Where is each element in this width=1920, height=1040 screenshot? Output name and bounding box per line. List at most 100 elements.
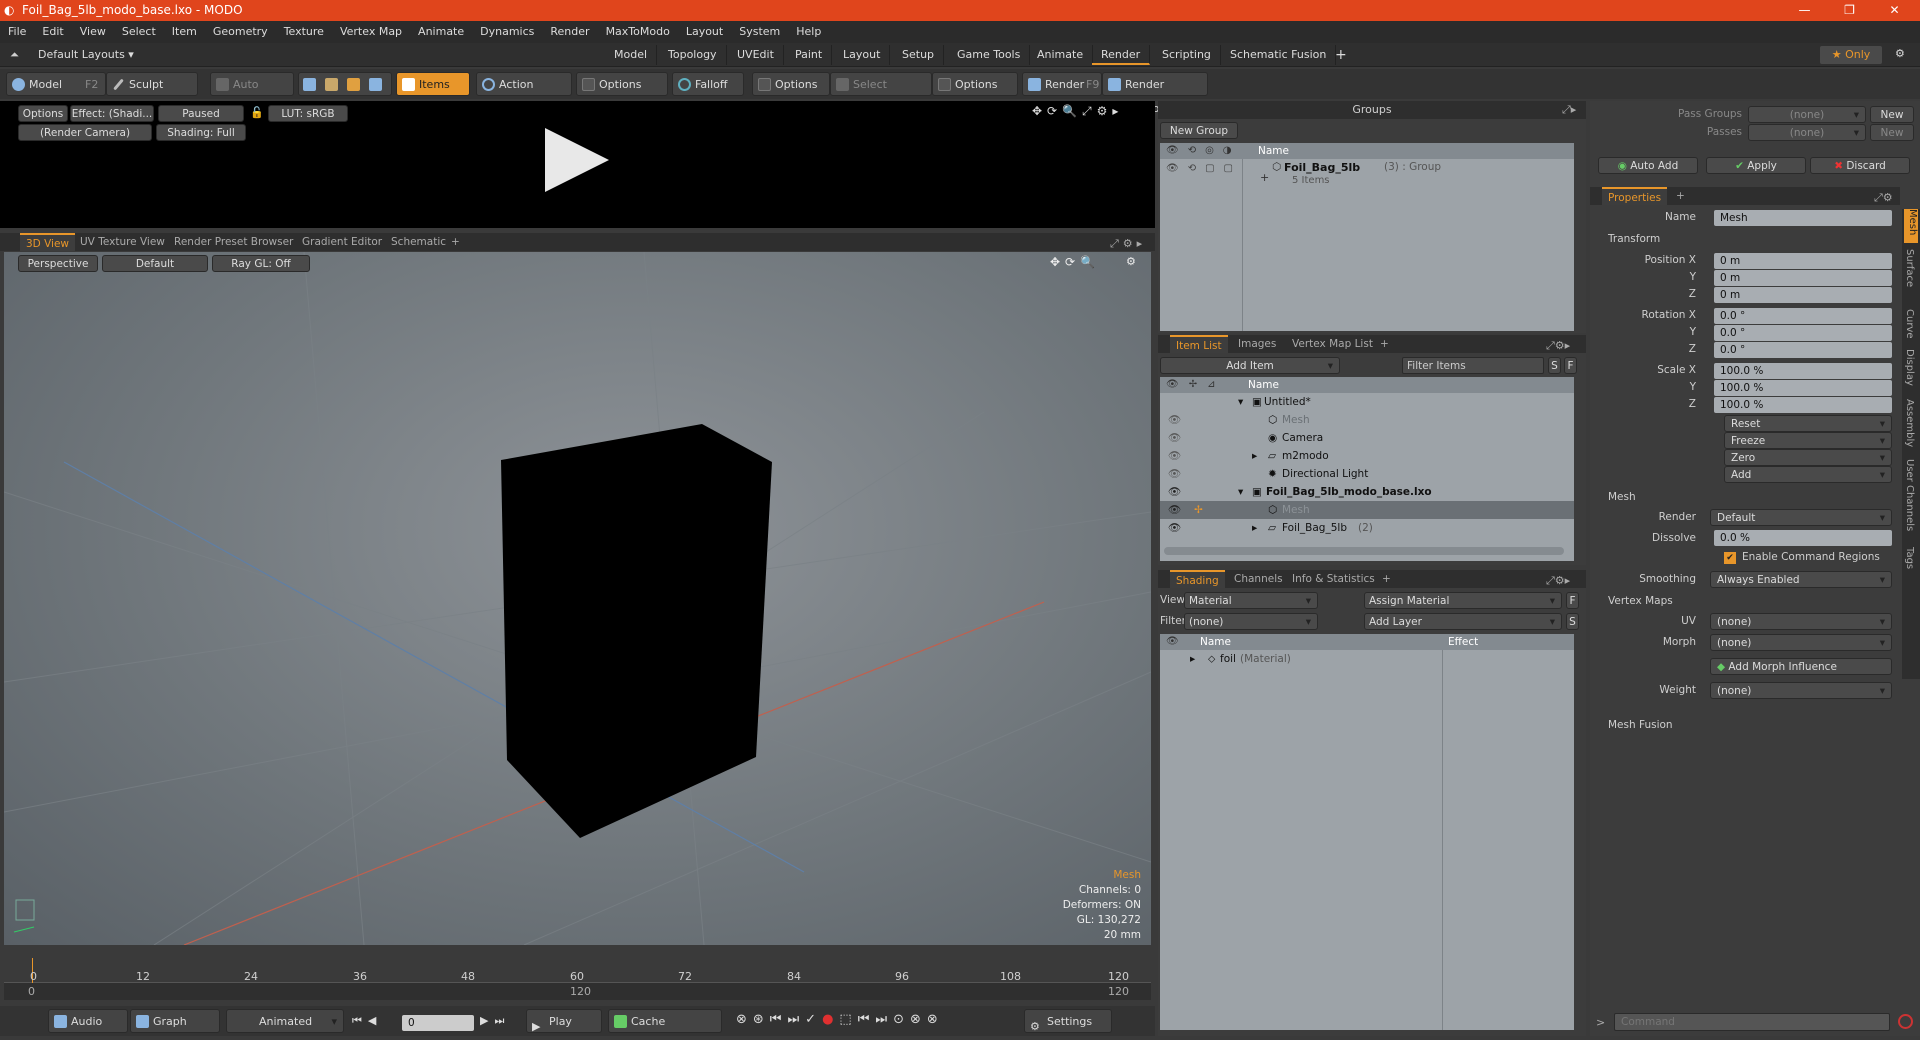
menu-system[interactable]: System [731,21,788,43]
smoothing-dropdown[interactable]: Always Enabled [1710,571,1892,589]
tab-channels[interactable]: Channels [1228,570,1289,588]
tab-layout[interactable]: Layout [834,45,891,65]
reset-dropdown[interactable]: Reset [1724,415,1892,433]
perspective-dropdown[interactable]: Perspective [18,255,98,272]
passes-dropdown[interactable]: (none) [1748,124,1866,142]
select-through-options-button[interactable]: Options [932,72,1018,96]
default-layouts-dropdown[interactable]: Default Layouts ▾ [38,48,134,61]
name-field[interactable]: Mesh [1714,210,1892,226]
tab-item-list[interactable]: Item List [1170,335,1228,353]
side-tab-assembly[interactable]: Assembly [1904,399,1915,447]
list-item-selected[interactable]: 👁 ✢ ⬡ Mesh [1160,501,1574,519]
list-item[interactable]: 👁 ⬡ Mesh [1160,411,1574,429]
menu-file[interactable]: File [0,21,34,43]
render-button[interactable]: Render F9 [1022,72,1102,96]
minimize-button[interactable]: — [1782,0,1827,21]
menu-item[interactable]: Item [164,21,205,43]
action-center-options-button[interactable]: Options [576,72,668,96]
item-list[interactable]: 👁✢⊿ Name ▾ ▣ Untitled* 👁 ⬡ Mesh 👁 ◉ Camera 👁 ▸ ▱… [1160,377,1574,561]
tab-uv-texture-view[interactable]: UV Texture View [74,233,171,251]
group-row-toggles[interactable]: 👁⟲▢▢ [1166,163,1242,174]
add-view-tab-icon[interactable]: + [445,233,466,251]
scale-z-field[interactable]: 100.0 % [1714,397,1892,413]
model-mode-button[interactable]: Model F2 [6,72,106,96]
shading-f-button[interactable]: F [1566,592,1579,609]
record-command-icon[interactable] [1898,1014,1913,1029]
tab-topology[interactable]: Topology [659,45,727,65]
lock-icon[interactable]: 🔓 [250,106,264,119]
mesh-section[interactable]: Mesh [1608,491,1636,503]
menu-dynamics[interactable]: Dynamics [472,21,542,43]
graph-editor-button[interactable]: Graph Editor [130,1009,220,1040]
transport-back-icons[interactable]: ⏮◀ [352,1014,382,1028]
mesh-fusion-section[interactable]: Mesh Fusion [1608,719,1673,731]
shading-dropdown[interactable]: Shading: Full [156,124,246,141]
frame-input[interactable]: 0 [402,1015,474,1031]
tab-paint[interactable]: Paint [786,45,833,65]
menu-maxtomodo[interactable]: MaxToModo [598,21,678,43]
list-item[interactable]: ▾ ▣ Untitled* [1160,393,1574,411]
uv-dropdown[interactable]: (none) [1710,613,1892,631]
menu-help[interactable]: Help [788,21,829,43]
menu-vertex-map[interactable]: Vertex Map [332,21,410,43]
add-props-tab-icon[interactable]: + [1670,187,1691,205]
list-item[interactable]: 👁 ◉ Camera [1160,429,1574,447]
tab-render-preset-browser[interactable]: Render Preset Browser [168,233,299,251]
groups-list[interactable]: Name 👁⟲◎◑ 👁⟲▢▢ + ⬡ Foil_Bag_5lb (3) : Gr… [1160,143,1574,331]
play-button[interactable]: ▶ Play [526,1009,602,1033]
sculpt-mode-button[interactable]: Sculpt [106,72,198,96]
rotation-y-field[interactable]: 0.0 ° [1714,325,1892,341]
new-group-button[interactable]: New Group [1160,122,1238,139]
preview-options-button[interactable]: Options [18,105,68,122]
material-row[interactable]: ▸ ⬦ foil (Material) [1160,650,1440,668]
tab-scripting[interactable]: Scripting [1153,45,1221,65]
timeline[interactable]: 0 12 24 36 48 60 72 84 96 108 120 0 120 … [4,958,1151,1000]
maximize-button[interactable]: ❐ [1827,0,1872,21]
properties-controls-icon[interactable]: ⤢⚙ [1874,189,1893,207]
only-button[interactable]: ★ Only [1820,46,1882,64]
effect-dropdown[interactable]: Effect: (Shadi... [70,105,154,122]
add-tab-icon[interactable]: + [1335,47,1347,63]
freeze-dropdown[interactable]: Freeze [1724,432,1892,450]
add-list-tab-icon[interactable]: + [1374,335,1395,353]
menu-animate[interactable]: Animate [410,21,472,43]
preview-nav-icons[interactable]: ✥⟳🔍⤢⚙▸ [1032,104,1123,119]
transport-forward-icons[interactable]: ▶⏭ [480,1014,510,1028]
discard-button[interactable]: ✖ Discard [1810,157,1910,174]
tab-animate[interactable]: Animate [1028,45,1094,65]
menu-layout[interactable]: Layout [678,21,731,43]
materials-mode-icon[interactable] [369,78,382,91]
viewport-gear-icon[interactable]: ⚙ [1126,255,1136,268]
new-pass-group-button[interactable]: New [1870,106,1914,123]
pass-groups-dropdown[interactable]: (none) [1748,106,1866,124]
settings-button[interactable]: ⚙ Settings [1024,1009,1112,1033]
command-input[interactable] [1614,1013,1890,1031]
tab-schematic-fusion[interactable]: Schematic Fusion [1221,45,1337,65]
key-controls-icons[interactable]: ⊗⊛⏮⏭✓●⬚⏮⏭⊙⊗⊗ [736,1012,944,1027]
apply-button[interactable]: ✔ Apply [1706,157,1806,174]
audio-button[interactable]: Audio [48,1009,128,1033]
filter-items-input[interactable]: Filter Items [1402,357,1544,374]
tab-game-tools[interactable]: Game Tools [948,45,1031,65]
ray-gl-dropdown[interactable]: Ray GL: Off [212,255,310,272]
add-item-dropdown[interactable]: Add Item [1160,357,1340,375]
position-x-field[interactable]: 0 m [1714,253,1892,269]
tab-info-statistics[interactable]: Info & Statistics [1286,570,1381,588]
weight-dropdown[interactable]: (none) [1710,682,1892,700]
expand-icon[interactable]: + [1260,171,1269,184]
rotation-x-field[interactable]: 0.0 ° [1714,308,1892,324]
default-shading-dropdown[interactable]: Default [102,255,208,272]
item-list-controls-icon[interactable]: ⤢⚙▸ [1546,337,1570,355]
vertex-maps-section[interactable]: Vertex Maps [1608,595,1673,607]
menu-render[interactable]: Render [542,21,597,43]
shading-s-button[interactable]: S [1566,613,1579,630]
groups-panel-controls-icon[interactable]: ⤢▸ [1562,103,1576,117]
close-button[interactable]: ✕ [1872,0,1917,21]
viewport-nav-icons[interactable]: ✥⟳🔍 [1050,255,1100,269]
shading-controls-icon[interactable]: ⤢⚙▸ [1546,572,1570,590]
dissolve-field[interactable]: 0.0 % [1714,530,1892,546]
side-tab-tags[interactable]: Tags [1904,547,1915,569]
tab-shading[interactable]: Shading [1170,570,1225,588]
falloff-button[interactable]: Falloff [672,72,744,96]
add-morph-influence-button[interactable]: ◆ Add Morph Influence [1710,658,1892,675]
